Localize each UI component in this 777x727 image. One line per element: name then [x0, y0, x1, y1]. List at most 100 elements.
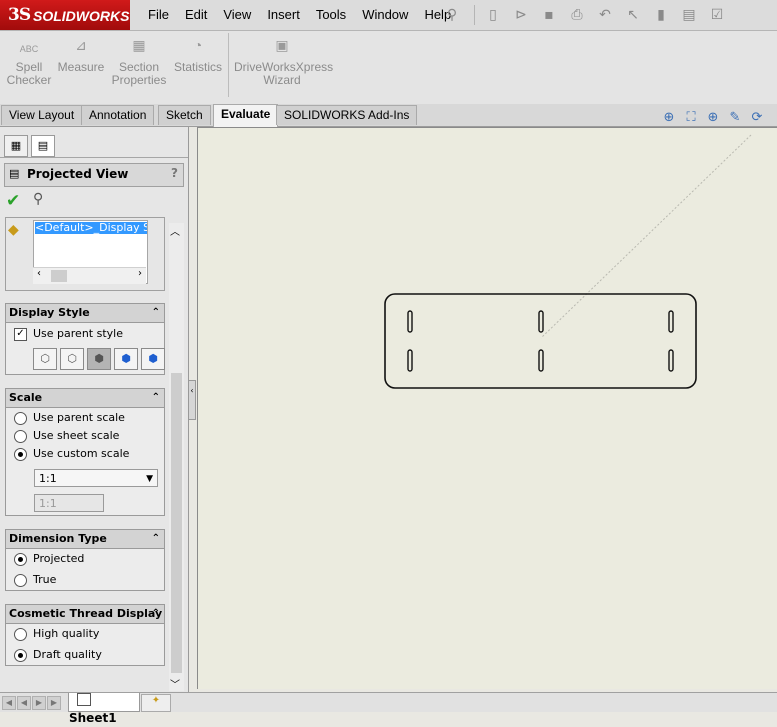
collapse-icon[interactable]: ⌃ [152, 605, 160, 623]
previous-sheet-icon[interactable]: ◀ [17, 696, 31, 710]
slot-top-right [668, 310, 674, 333]
use-parent-scale-row[interactable]: Use parent scale [6, 409, 164, 427]
section-properties-label: Section Properties [111, 60, 167, 87]
scroll-down-icon[interactable]: ﹀ [170, 676, 180, 691]
menu-file[interactable]: File [140, 0, 177, 30]
use-custom-scale-label: Use custom scale [33, 447, 130, 460]
shaded-with-edges-icon[interactable]: ⬢ [114, 348, 138, 370]
style-list-selected-item[interactable]: <Default>_Display St [35, 222, 147, 234]
style-list-horizontal-scrollbar[interactable]: ‹ › [33, 267, 146, 284]
menu-edit[interactable]: Edit [177, 0, 215, 30]
spell-checker-button[interactable]: ABC Spell Checker [6, 39, 52, 87]
add-sheet-icon[interactable]: ✦ [141, 694, 171, 712]
shaded-icon[interactable]: ⬢ [141, 348, 165, 370]
use-custom-scale-radio[interactable] [14, 448, 27, 461]
select-icon[interactable]: ↖ [621, 5, 645, 25]
rotate-icon[interactable]: ⟳ [746, 110, 768, 128]
sheet-tab[interactable]: Sheet1 [68, 693, 140, 725]
feature-manager-tab-icon[interactable]: ▦ [4, 135, 28, 157]
menu-tools[interactable]: Tools [308, 0, 354, 30]
drawing-canvas[interactable] [197, 127, 777, 689]
measure-button[interactable]: ⊿ Measure [57, 38, 105, 74]
scroll-right-icon[interactable]: › [138, 268, 142, 279]
scale-header[interactable]: Scale ⌃ [6, 389, 164, 408]
last-sheet-icon[interactable]: ▶ [47, 696, 61, 710]
use-parent-style-checkbox[interactable]: ✓ [14, 328, 27, 341]
first-sheet-icon[interactable]: ◀ [2, 696, 16, 710]
file-properties-icon[interactable]: ▤ [677, 5, 701, 25]
draft-quality-radio[interactable] [14, 649, 27, 662]
pushpin-icon[interactable]: ⚲ [440, 5, 464, 25]
spell-checker-label: Spell Checker [6, 60, 52, 87]
tab-evaluate[interactable]: Evaluate [213, 104, 279, 127]
driveworksxpress-label: DriveWorksXpress Wizard [234, 60, 334, 87]
tab-view-layout[interactable]: View Layout [1, 105, 83, 125]
true-label: True [33, 573, 57, 586]
zoom-to-area-icon[interactable]: ⛶ [680, 110, 702, 128]
next-sheet-icon[interactable]: ▶ [32, 696, 46, 710]
panel-vertical-scrollbar[interactable]: ︿ ﹀ [169, 223, 184, 691]
scroll-up-icon[interactable]: ︿ [170, 223, 180, 238]
use-custom-scale-row[interactable]: Use custom scale [6, 445, 164, 463]
use-parent-style-row[interactable]: ✓ Use parent style [6, 325, 164, 343]
slot-bottom-middle [538, 349, 544, 372]
page-title: Projected View [27, 167, 129, 181]
display-style-header[interactable]: Display Style ⌃ [6, 304, 164, 323]
high-quality-radio[interactable] [14, 628, 27, 641]
dimension-type-header[interactable]: Dimension Type ⌃ [6, 530, 164, 549]
projected-radio[interactable] [14, 553, 27, 566]
statistics-label: Statistics [173, 60, 222, 74]
scale-dropdown[interactable]: 1:1 ▼ [34, 469, 158, 487]
property-manager-tab-icon[interactable]: ▤ [31, 135, 55, 157]
tab-sketch[interactable]: Sketch [158, 105, 211, 125]
tab-annotation[interactable]: Annotation [81, 105, 155, 125]
true-row[interactable]: True [6, 571, 164, 589]
wireframe-icon[interactable]: ⬡ [33, 348, 57, 370]
collapse-icon[interactable]: ⌃ [152, 304, 160, 322]
menu-view[interactable]: View [215, 0, 259, 30]
new-document-icon[interactable]: ▯ [481, 5, 505, 25]
driveworksxpress-wizard-button[interactable]: ▣ DriveWorksXpress Wizard [234, 38, 334, 87]
options-icon[interactable]: ☑ [705, 5, 729, 25]
use-sheet-scale-radio[interactable] [14, 430, 27, 443]
rebuild-icon[interactable]: ▮ [649, 5, 673, 25]
use-parent-scale-radio[interactable] [14, 412, 27, 425]
property-manager-header: ▤ Projected View ? [4, 163, 184, 187]
section-view-icon[interactable]: ✎ [724, 110, 746, 128]
cosmetic-thread-group: Cosmetic Thread Display ⌃ High quality D… [5, 604, 165, 666]
chevron-down-icon[interactable]: ▼ [146, 470, 153, 488]
pushpin-icon[interactable]: ⚲ [33, 191, 43, 207]
use-sheet-scale-row[interactable]: Use sheet scale [6, 427, 164, 445]
menu-insert[interactable]: Insert [259, 0, 308, 30]
toolbar-divider [474, 5, 475, 25]
tab-solidworks-add-ins[interactable]: SOLIDWORKS Add-Ins [276, 105, 418, 125]
scroll-left-icon[interactable]: ‹ [37, 268, 41, 279]
menu-window[interactable]: Window [354, 0, 416, 30]
zoom-in-out-icon[interactable]: ⊕ [702, 110, 724, 128]
draft-quality-row[interactable]: Draft quality [6, 646, 164, 664]
hidden-lines-visible-icon[interactable]: ⬡ [60, 348, 84, 370]
zoom-to-fit-icon[interactable]: ⊕ [658, 110, 680, 128]
statistics-button[interactable]: ◔ Statistics [172, 38, 224, 74]
solidworks-logo[interactable]: 3S SOLIDWORKS [0, 0, 130, 30]
high-quality-row[interactable]: High quality [6, 625, 164, 643]
scroll-thumb[interactable] [51, 270, 67, 282]
section-properties-button[interactable]: ▦ Section Properties [111, 38, 167, 87]
open-icon[interactable]: ⊳ [509, 5, 533, 25]
help-icon[interactable]: ? [171, 166, 178, 180]
projected-view-outline[interactable] [384, 293, 697, 389]
undo-icon[interactable]: ↶ [593, 5, 617, 25]
collapse-icon[interactable]: ⌃ [152, 530, 160, 548]
cosmetic-thread-header[interactable]: Cosmetic Thread Display ⌃ [6, 605, 164, 624]
hidden-lines-removed-icon[interactable]: ⬢ [87, 348, 111, 370]
print-icon[interactable]: ⎙ [565, 5, 589, 25]
collapse-icon[interactable]: ⌃ [152, 389, 160, 407]
scroll-thumb[interactable] [171, 373, 182, 673]
ok-check-icon[interactable]: ✔ [6, 191, 20, 211]
slot-top-middle [538, 310, 544, 333]
panel-collapse-handle[interactable]: ‹ [188, 380, 196, 420]
true-radio[interactable] [14, 574, 27, 587]
projected-row[interactable]: Projected [6, 550, 164, 568]
save-icon[interactable]: ▪ [537, 5, 561, 25]
projection-alignment-line [540, 134, 752, 339]
